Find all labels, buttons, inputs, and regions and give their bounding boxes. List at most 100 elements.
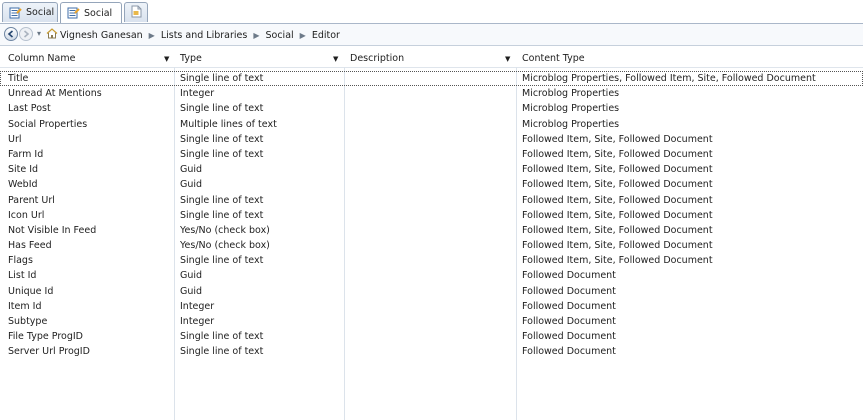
cell-column-name: Server Url ProgID (8, 346, 90, 358)
cell-column-name: File Type ProgID (8, 331, 83, 343)
cell-type: Multiple lines of text (180, 118, 277, 130)
table-row[interactable]: Title Single line of text Microblog Proper… (0, 71, 863, 87)
cell-column-name: List Id (8, 270, 37, 282)
cell-content-type: Followed Document (522, 300, 616, 312)
column-header-type[interactable]: Type ▼ (180, 50, 343, 67)
table-row[interactable]: Unique Id Guid Followed Document (0, 284, 863, 299)
sort-dropdown-icon[interactable]: ▼ (333, 55, 338, 63)
table-row[interactable]: File Type ProgID Single line of text Follo… (0, 329, 863, 344)
list-icon (9, 7, 22, 19)
breadcrumb-item[interactable]: Social (265, 30, 293, 41)
tab-bar: Social Social (0, 0, 863, 24)
cell-type: Integer (180, 88, 215, 100)
cell-column-name: Has Feed (8, 240, 52, 252)
cell-content-type: Followed Document (522, 270, 616, 282)
column-header-content-type[interactable]: Content Type (522, 50, 852, 67)
table-row[interactable]: Has Feed Yes/No (check box) Followed Item,… (0, 238, 863, 253)
cell-column-name: Icon Url (8, 209, 45, 221)
table-row[interactable]: Parent Url Single line of text Followed It… (0, 193, 863, 208)
column-list: Title Single line of text Microblog Proper… (0, 71, 863, 360)
cell-type: Integer (180, 300, 215, 312)
cell-type: Yes/No (check box) (180, 240, 270, 252)
column-header-label: Description (350, 53, 405, 64)
sort-dropdown-icon[interactable]: ▼ (505, 55, 510, 63)
cell-content-type: Followed Item, Site, Followed Document (522, 194, 713, 206)
table-row[interactable]: Unread At Mentions Integer Microblog Prope… (0, 86, 863, 101)
cell-type: Yes/No (check box) (180, 224, 270, 236)
column-header-label: Content Type (522, 53, 585, 64)
arrow-left-icon (7, 30, 14, 38)
cell-content-type: Followed Document (522, 316, 616, 327)
table-row[interactable]: Server Url ProgID Single line of text Foll… (0, 344, 863, 359)
cell-column-name: Not Visible In Feed (8, 224, 97, 236)
forward-button[interactable] (19, 27, 33, 41)
cell-column-name: Social Properties (8, 118, 88, 130)
cell-content-type: Followed Item, Site, Followed Document (522, 209, 713, 221)
chevron-right-icon[interactable]: ▶ (149, 31, 155, 40)
cell-content-type: Followed Item, Site, Followed Document (522, 133, 713, 145)
chevron-right-icon[interactable]: ▶ (300, 31, 306, 40)
chevron-right-icon[interactable]: ▶ (253, 31, 259, 40)
cell-type: Single line of text (180, 209, 264, 221)
column-header-name[interactable]: Column Name ▼ (8, 50, 172, 67)
breadcrumb-item[interactable]: Editor (312, 30, 340, 41)
breadcrumb-item[interactable]: Lists and Libraries (161, 30, 248, 41)
cell-type: Single line of text (180, 194, 264, 206)
table-row[interactable]: Last Post Single line of text Microblog Pr… (0, 101, 863, 116)
column-header-row: Column Name ▼ Type ▼ Description ▼ Conte… (0, 50, 863, 68)
cell-column-name: Subtype (8, 316, 48, 327)
table-row[interactable]: Site Id Guid Followed Item, Site, Followed… (0, 162, 863, 177)
cell-type: Guid (180, 270, 203, 282)
table-row[interactable]: Flags Single line of text Followed Item, S… (0, 253, 863, 268)
breadcrumb: Vignesh Ganesan ▶ Lists and Libraries ▶ … (46, 27, 340, 43)
cell-content-type: Followed Document (522, 285, 616, 297)
cell-column-name: Parent Url (8, 194, 55, 206)
cell-column-name: WebId (8, 179, 38, 191)
cell-content-type: Microblog Properties (522, 103, 620, 115)
table-row[interactable]: WebId Guid Followed Item, Site, Followed D… (0, 177, 863, 192)
navigation-bar: ▾ Vignesh Ganesan ▶ Lists and Libraries … (0, 24, 863, 46)
cell-type: Single line of text (180, 346, 264, 358)
cell-content-type: Followed Item, Site, Followed Document (522, 164, 713, 176)
table-row[interactable]: Farm Id Single line of text Followed Item,… (0, 147, 863, 162)
cell-column-name: Site Id (8, 164, 39, 176)
cell-content-type: Followed Document (522, 346, 616, 358)
table-row[interactable]: Not Visible In Feed Yes/No (check box) Fol… (0, 223, 863, 238)
cell-type: Guid (180, 179, 203, 191)
cell-content-type: Followed Document (522, 331, 616, 343)
cell-content-type: Microblog Properties, Followed Item, Sit… (522, 73, 816, 84)
table-row[interactable]: List Id Guid Followed Document (0, 268, 863, 283)
column-header-description[interactable]: Description ▼ (350, 50, 515, 67)
table-row[interactable]: Social Properties Multiple lines of text M… (0, 117, 863, 132)
back-button[interactable] (4, 27, 18, 41)
table-row[interactable]: Item Id Integer Followed Document (0, 299, 863, 314)
cell-column-name: Url (8, 133, 22, 145)
cell-column-name: Last Post (8, 103, 51, 115)
cell-type: Guid (180, 285, 203, 297)
cell-column-name: Unique Id (8, 285, 54, 297)
cell-content-type: Microblog Properties (522, 88, 620, 100)
cell-content-type: Microblog Properties (522, 118, 620, 130)
cell-column-name: Farm Id (8, 148, 44, 160)
table-row[interactable]: Subtype Integer Followed Document (0, 314, 863, 329)
cell-column-name: Item Id (8, 300, 42, 312)
cell-content-type: Followed Item, Site, Followed Document (522, 148, 713, 160)
column-header-label: Column Name (8, 53, 76, 64)
new-tab-button[interactable] (124, 2, 148, 22)
table-row[interactable]: Icon Url Single line of text Followed Item… (0, 208, 863, 223)
cell-column-name: Flags (8, 255, 33, 267)
cell-content-type: Followed Item, Site, Followed Document (522, 240, 713, 252)
arrow-right-icon (23, 30, 30, 38)
cell-content-type: Followed Item, Site, Followed Document (522, 255, 713, 267)
tab-social-1[interactable]: Social (2, 2, 58, 22)
breadcrumb-item[interactable]: Vignesh Ganesan (60, 30, 143, 41)
tab-social-2[interactable]: Social (60, 2, 122, 23)
cell-column-name: Unread At Mentions (8, 88, 102, 100)
sort-dropdown-icon[interactable]: ▼ (164, 55, 169, 63)
column-header-label: Type (180, 53, 202, 64)
cell-type: Single line of text (180, 148, 264, 160)
table-row[interactable]: Url Single line of text Followed Item, Sit… (0, 132, 863, 147)
cell-type: Single line of text (180, 331, 264, 343)
history-dropdown-icon[interactable]: ▾ (37, 29, 41, 38)
home-icon[interactable] (46, 28, 58, 42)
